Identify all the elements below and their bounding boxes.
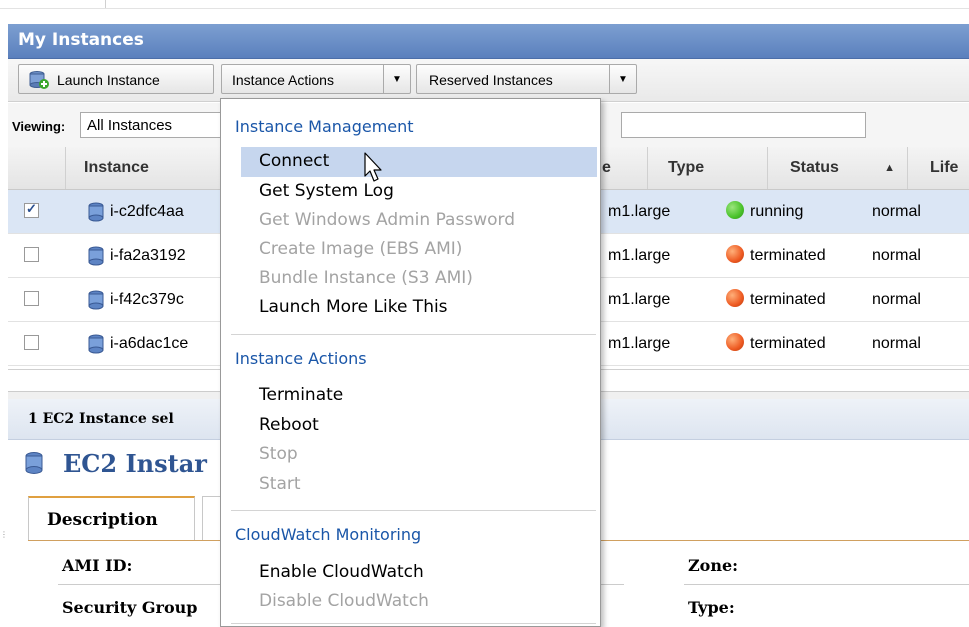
row-checkbox[interactable] [24,291,39,306]
database-icon [88,322,104,365]
status-text: running [750,203,804,220]
chevron-down-icon[interactable]: ▼ [609,65,636,93]
resize-grip: ⋮ [0,530,8,539]
menu-item-stop: Stop [259,444,298,464]
top-strip [0,0,969,9]
menu-item-create-image: Create Image (EBS AMI) [259,239,463,259]
column-type-partial[interactable]: e [598,147,648,189]
toolbar: Launch Instance Instance Actions ▼ Reser… [8,59,969,102]
reserved-instances-button[interactable]: Reserved Instances ▼ [416,64,637,94]
database-icon [25,451,43,474]
instance-actions-label: Instance Actions [232,72,334,88]
lifecycle-cell: normal [872,291,921,308]
status-terminated-icon [726,288,744,307]
row-checkbox[interactable] [24,201,39,218]
column-type[interactable]: Type [648,147,768,189]
database-icon [88,190,104,233]
panel-header: My Instances [8,24,969,59]
divider [684,584,969,585]
lifecycle-cell: normal [872,247,921,264]
database-icon [88,278,104,321]
selection-count: 1 EC2 Instance sel [28,411,174,427]
reserved-instances-label: Reserved Instances [429,72,553,88]
status-cell: terminated [726,234,856,277]
detail-title-text: EC2 Instar [63,449,207,478]
status-running-icon [726,200,744,219]
launch-instance-label: Launch Instance [57,72,160,88]
menu-item-bundle-instance: Bundle Instance (S3 AMI) [259,268,473,288]
label-security-group: Security Group [62,598,198,617]
status-terminated-icon [726,244,744,263]
instance-type: m1.large [608,291,671,308]
column-lifecycle[interactable]: Life [908,147,969,189]
instance-id: i-f42c379c [110,291,184,308]
menu-item-connect[interactable]: Connect [259,151,329,171]
cursor-icon [364,152,382,182]
instance-id: i-c2dfc4aa [110,203,184,220]
tab-description[interactable]: Description [28,496,195,540]
instance-actions-menu: Instance Management Connect Get System L… [220,98,601,627]
menu-item-get-windows-admin-password: Get Windows Admin Password [259,210,515,230]
launch-icon [29,71,49,89]
panel-title: My Instances [18,30,144,50]
database-icon [88,234,104,277]
column-instance[interactable]: Instance [66,147,226,189]
viewing-select[interactable]: All Instances [80,112,230,138]
status-cell: running [726,190,856,233]
instance-type: m1.large [608,247,671,264]
sort-ascending-icon: ▲ [884,162,895,174]
checkbox-column-header [8,147,66,189]
row-checkbox[interactable] [24,247,39,262]
status-cell: terminated [726,322,856,365]
viewing-label: Viewing: [12,119,66,134]
chevron-down-icon[interactable]: ▼ [383,65,410,93]
menu-item-disable-cloudwatch: Disable CloudWatch [259,591,429,611]
column-status[interactable]: Status ▲ [768,147,908,189]
column-status-label: Status [790,159,839,176]
instance-type: m1.large [608,335,671,352]
row-checkbox[interactable] [24,335,39,350]
instance-type: m1.large [608,203,671,220]
menu-section-cloudwatch: CloudWatch Monitoring [235,525,422,544]
lifecycle-cell: normal [872,203,921,220]
status-cell: terminated [726,278,856,321]
instance-id: i-fa2a3192 [110,247,186,264]
launch-instance-button[interactable]: Launch Instance [18,64,214,94]
status-terminated-icon [726,332,744,351]
label-ami-id: AMI ID: [62,556,133,575]
instance-id: i-a6dac1ce [110,335,189,352]
menu-item-start: Start [259,474,301,494]
label-zone: Zone: [688,556,739,575]
status-text: terminated [750,335,826,352]
menu-separator [231,510,596,511]
menu-item-enable-cloudwatch[interactable]: Enable CloudWatch [259,562,424,582]
lifecycle-cell: normal [872,335,921,352]
status-text: terminated [750,291,826,308]
detail-title: EC2 Instar [25,449,207,478]
menu-item-launch-more-like-this[interactable]: Launch More Like This [259,297,448,317]
instance-actions-button[interactable]: Instance Actions ▼ [221,64,411,94]
label-type: Type: [688,598,735,617]
menu-item-reboot[interactable]: Reboot [259,415,319,435]
menu-separator [231,334,596,335]
menu-section-instance-management: Instance Management [235,117,414,136]
menu-section-instance-actions: Instance Actions [235,349,367,368]
menu-item-terminate[interactable]: Terminate [259,385,343,405]
menu-separator [231,623,596,624]
status-text: terminated [750,247,826,264]
search-input[interactable] [621,112,866,138]
